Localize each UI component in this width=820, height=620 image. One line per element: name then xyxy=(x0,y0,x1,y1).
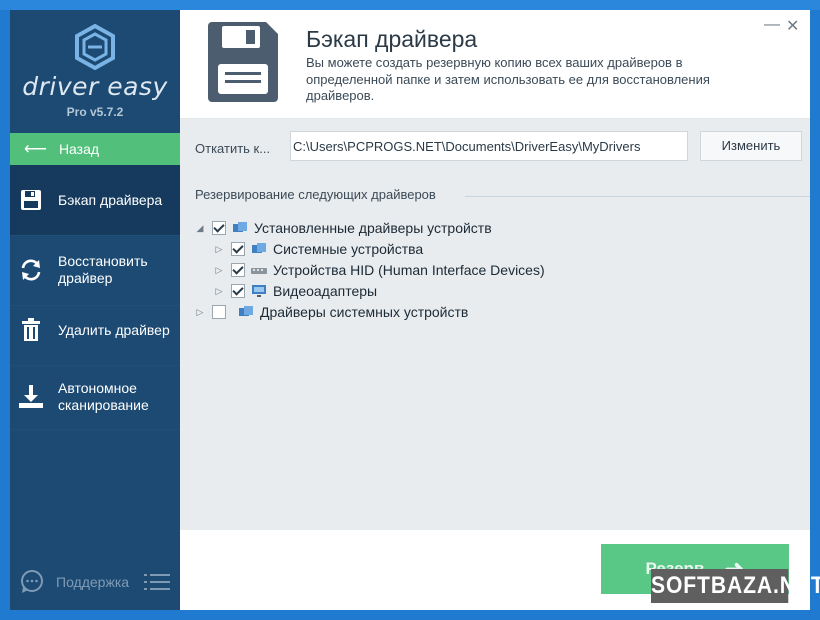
checkbox[interactable] xyxy=(231,284,245,298)
arrow-left-icon: ⟵ xyxy=(24,141,47,158)
tree-node-label: Видеоадаптеры xyxy=(273,283,378,299)
page-description: Вы можете создать резервную копию всех в… xyxy=(306,55,710,103)
path-label: Откатить к... xyxy=(195,141,271,156)
sidebar: driver easy Pro v5.7.2 ⟵ Назад Бэкап дра… xyxy=(10,10,180,610)
desktop-background xyxy=(0,0,820,10)
floppy-icon xyxy=(18,187,44,213)
backup-path-field[interactable]: C:\Users\PCPROGS.NET\Documents\DriverEas… xyxy=(290,131,688,161)
sidebar-item-uninstall[interactable]: Удалить драйвер xyxy=(10,295,180,366)
restore-icon xyxy=(18,257,44,283)
hid-icon xyxy=(251,268,267,274)
expand-arrow-icon[interactable]: ▷ xyxy=(213,265,225,276)
app-name: driver easy xyxy=(22,72,168,101)
tree-node-label: Устройства HID (Human Interface Devices) xyxy=(273,262,545,278)
tree-node-system-device-drivers[interactable]: ▷ Драйверы системных устройств xyxy=(194,302,469,322)
tree-node-label: Драйверы системных устройств xyxy=(260,304,469,320)
tree-node-system-devices[interactable]: ▷ Системные устройства xyxy=(213,239,424,259)
sidebar-item-offline-scan[interactable]: Автономное сканирование xyxy=(10,365,180,430)
checkbox[interactable] xyxy=(231,242,245,256)
checkbox[interactable] xyxy=(212,305,226,319)
main-panel: Бэкап драйвера Вы можете создать резервн… xyxy=(180,10,810,610)
display-adapter-icon xyxy=(252,285,266,297)
device-group-icon xyxy=(233,222,247,232)
close-button[interactable]: ✕ xyxy=(786,16,799,36)
chat-icon xyxy=(21,570,43,593)
content-area: Откатить к... C:\Users\PCPROGS.NET\Docum… xyxy=(180,119,810,530)
support-link[interactable]: Поддержка xyxy=(20,568,170,596)
floppy-icon xyxy=(208,22,278,102)
checkbox[interactable] xyxy=(231,263,245,277)
support-label: Поддержка xyxy=(56,574,130,590)
app-version: Pro v5.7.2 xyxy=(66,105,124,119)
tree-node-label: Установленные драйверы устройств xyxy=(254,220,492,236)
expand-arrow-icon[interactable]: ▷ xyxy=(213,244,225,255)
header: Бэкап драйвера Вы можете создать резервн… xyxy=(180,10,810,119)
tree-node-hid[interactable]: ▷ Устройства HID (Human Interface Device… xyxy=(213,260,545,280)
sidebar-item-label: Автономное сканирование xyxy=(58,380,149,413)
expand-arrow-icon[interactable]: ▷ xyxy=(213,286,225,297)
expand-arrow-icon[interactable]: ▷ xyxy=(194,307,206,318)
section-divider xyxy=(465,196,810,197)
back-label: Назад xyxy=(58,141,100,157)
download-icon xyxy=(18,384,44,410)
system-devices-icon xyxy=(252,243,266,253)
change-path-button[interactable]: Изменить xyxy=(700,131,802,161)
trash-icon xyxy=(18,317,44,343)
driver-easy-logo-icon xyxy=(75,24,115,70)
tree-node-display-adapters[interactable]: ▷ Видеоадаптеры xyxy=(213,281,378,301)
minimize-button[interactable]: — xyxy=(764,16,780,34)
app-window: driver easy Pro v5.7.2 ⟵ Назад Бэкап дра… xyxy=(10,10,810,610)
menu-icon[interactable] xyxy=(144,572,170,592)
checkbox[interactable] xyxy=(212,221,226,235)
sidebar-item-label: Бэкап драйвера xyxy=(58,191,163,208)
device-group-icon xyxy=(239,306,253,316)
sidebar-item-label: Удалить драйвер xyxy=(58,321,170,338)
tree-node-installed-drivers[interactable]: ◢ Установленные драйверы устройств xyxy=(194,218,492,238)
sidebar-item-label: Восстановить драйвер xyxy=(58,253,148,286)
app-logo: driver easy Pro v5.7.2 xyxy=(10,10,180,132)
page-title: Бэкап драйвера xyxy=(306,26,478,52)
section-title: Резервирование следующих драйверов xyxy=(195,187,436,202)
back-button[interactable]: ⟵ Назад xyxy=(10,133,180,165)
sidebar-item-backup[interactable]: Бэкап драйвера xyxy=(10,165,180,236)
tree-node-label: Системные устройства xyxy=(273,241,424,257)
watermark: SOFTBAZA.NET xyxy=(651,569,820,603)
collapse-arrow-icon[interactable]: ◢ xyxy=(194,223,206,234)
